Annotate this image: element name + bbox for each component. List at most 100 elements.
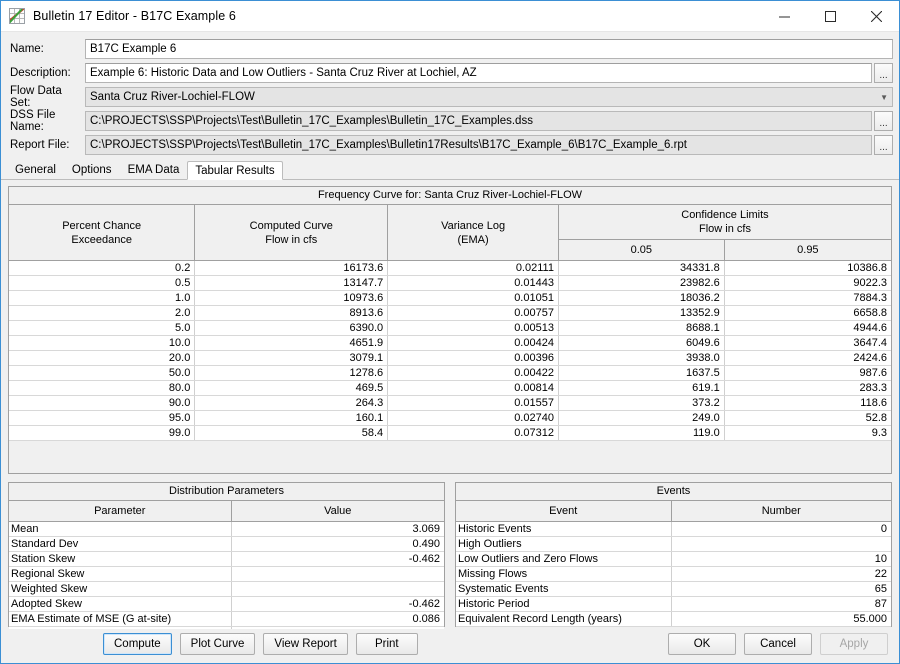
cell-parameter: Weighted Skew xyxy=(9,581,232,597)
header-value: Value xyxy=(231,501,444,522)
cell-variance-log: 0.01557 xyxy=(387,395,559,411)
name-input[interactable]: B17C Example 6 xyxy=(85,39,893,59)
flow-data-set-select[interactable]: Santa Cruz River-Lochiel-FLOW ▼ xyxy=(85,87,893,107)
tab-content-tabular-results: Frequency Curve for: Santa Cruz River-Lo… xyxy=(1,180,899,642)
cell-computed-curve: 58.4 xyxy=(194,425,389,441)
cell-confidence-0-05: 3938.0 xyxy=(558,350,725,366)
table-row[interactable]: High Outliers xyxy=(456,536,891,552)
print-button[interactable]: Print xyxy=(355,633,418,655)
cell-parameter: EMA Estimate of MSE (G at-site) xyxy=(9,611,232,627)
frequency-curve-caption: Frequency Curve for: Santa Cruz River-Lo… xyxy=(9,187,891,205)
table-row[interactable]: Historic Period 87 xyxy=(456,596,891,612)
cell-variance-log: 0.00814 xyxy=(387,380,559,396)
maximize-icon[interactable] xyxy=(807,1,853,32)
cell-parameter: Station Skew xyxy=(9,551,232,567)
cell-computed-curve: 3079.1 xyxy=(194,350,389,366)
name-label: Name: xyxy=(10,43,44,55)
cell-value xyxy=(231,566,444,582)
table-row[interactable]: 80.0 469.5 0.00814 619.1 283.3 xyxy=(9,380,891,396)
table-row[interactable]: Station Skew -0.462 xyxy=(9,551,444,567)
cell-variance-log: 0.02111 xyxy=(387,260,559,276)
cell-event: High Outliers xyxy=(456,536,672,552)
table-row[interactable]: Systematic Events 65 xyxy=(456,581,891,597)
table-row[interactable]: 99.0 58.4 0.07312 119.0 9.3 xyxy=(9,425,891,441)
header-variance-log: Variance Log (EMA) xyxy=(387,205,559,261)
cell-event: Historic Events xyxy=(456,521,672,537)
table-row[interactable]: Historic Events 0 xyxy=(456,521,891,537)
view-report-button[interactable]: View Report xyxy=(263,633,348,655)
cell-computed-curve: 13147.7 xyxy=(194,275,389,291)
cell-event: Historic Period xyxy=(456,596,672,612)
table-row[interactable]: 10.0 4651.9 0.00424 6049.6 3647.4 xyxy=(9,335,891,351)
table-row[interactable]: Equivalent Record Length (years) 55.000 xyxy=(456,611,891,627)
table-row[interactable]: 0.2 16173.6 0.02111 34331.8 10386.8 xyxy=(9,260,891,276)
cell-confidence-0-95: 10386.8 xyxy=(724,260,891,276)
cell-number: 65 xyxy=(671,581,891,597)
tab-tabular-results[interactable]: Tabular Results xyxy=(187,161,283,180)
table-row[interactable]: Weighted Skew xyxy=(9,581,444,597)
events-caption: Events xyxy=(456,483,891,501)
events-table: Event Number Historic Events 0 High Outlie… xyxy=(456,501,891,627)
cell-variance-log: 0.01051 xyxy=(387,290,559,306)
dss-file-row: DSS File Name: C:\PROJECTS\SSP\Projects\… xyxy=(7,109,893,133)
header-confidence-limits-line2: Flow in cfs xyxy=(698,223,751,235)
tab-ema-data[interactable]: EMA Data xyxy=(119,160,188,179)
cell-variance-log: 0.00396 xyxy=(387,350,559,366)
cell-percent-chance-exceedance: 99.0 xyxy=(9,425,196,441)
cell-confidence-0-95: 9.3 xyxy=(724,425,891,441)
table-row[interactable]: Adopted Skew -0.462 xyxy=(9,596,444,612)
apply-button: Apply xyxy=(820,633,888,655)
close-icon[interactable] xyxy=(853,1,899,32)
cell-confidence-0-05: 13352.9 xyxy=(558,305,725,321)
table-row[interactable]: 1.0 10973.6 0.01051 18036.2 7884.3 xyxy=(9,290,891,306)
tab-general[interactable]: General xyxy=(7,160,64,179)
cell-percent-chance-exceedance: 2.0 xyxy=(9,305,196,321)
minimize-icon[interactable] xyxy=(761,1,807,32)
table-row[interactable]: 90.0 264.3 0.01557 373.2 118.6 xyxy=(9,395,891,411)
cell-confidence-0-05: 373.2 xyxy=(558,395,725,411)
cell-confidence-0-05: 18036.2 xyxy=(558,290,725,306)
tab-options[interactable]: Options xyxy=(63,160,120,179)
cell-value: 0.086 xyxy=(231,611,444,627)
description-browse-button[interactable]: ... xyxy=(874,63,893,83)
table-row[interactable]: Mean 3.069 xyxy=(9,521,444,537)
frequency-table-body: 0.2 16173.6 0.02111 34331.8 10386.8 0.5 13147.… xyxy=(9,260,891,441)
table-row[interactable]: 50.0 1278.6 0.00422 1637.5 987.6 xyxy=(9,365,891,381)
header-percent-chance-line2: Exceedance xyxy=(71,233,132,246)
table-row[interactable]: 95.0 160.1 0.02740 249.0 52.8 xyxy=(9,410,891,426)
cell-event: Missing Flows xyxy=(456,566,672,582)
events-header-row: Event Number xyxy=(456,501,891,522)
bottom-panels: Distribution Parameters Parameter Value … xyxy=(8,482,892,642)
distribution-header-row: Parameter Value xyxy=(9,501,444,522)
ok-button[interactable]: OK xyxy=(668,633,736,655)
cell-value xyxy=(231,581,444,597)
distribution-parameters-table: Parameter Value Mean 3.069 Standard Dev 0.4… xyxy=(9,501,444,642)
table-row[interactable]: 2.0 8913.6 0.00757 13352.9 6658.8 xyxy=(9,305,891,321)
cell-confidence-0-05: 34331.8 xyxy=(558,260,725,276)
tab-bar: General Options EMA Data Tabular Results xyxy=(1,158,899,180)
cell-computed-curve: 6390.0 xyxy=(194,320,389,336)
cell-confidence-0-95: 2424.6 xyxy=(724,350,891,366)
cell-percent-chance-exceedance: 95.0 xyxy=(9,410,196,426)
table-row[interactable]: Missing Flows 22 xyxy=(456,566,891,582)
report-file-input[interactable]: C:\PROJECTS\SSP\Projects\Test\Bulletin_1… xyxy=(85,135,872,155)
dss-file-browse-button[interactable]: ... xyxy=(874,111,893,131)
description-input[interactable]: Example 6: Historic Data and Low Outlier… xyxy=(85,63,872,83)
table-row[interactable]: Regional Skew xyxy=(9,566,444,582)
table-row[interactable]: 20.0 3079.1 0.00396 3938.0 2424.6 xyxy=(9,350,891,366)
table-row[interactable]: EMA Estimate of MSE (G at-site) 0.086 xyxy=(9,611,444,627)
table-row[interactable]: Low Outliers and Zero Flows 10 xyxy=(456,551,891,567)
cell-confidence-0-05: 6049.6 xyxy=(558,335,725,351)
frequency-curve-table: Percent Chance Exceedance Computed Curve… xyxy=(9,205,891,441)
cancel-button[interactable]: Cancel xyxy=(744,633,812,655)
dss-file-input[interactable]: C:\PROJECTS\SSP\Projects\Test\Bulletin_1… xyxy=(85,111,872,131)
report-file-browse-button[interactable]: ... xyxy=(874,135,893,155)
cell-value: 0.490 xyxy=(231,536,444,552)
table-row[interactable]: Standard Dev 0.490 xyxy=(9,536,444,552)
table-row[interactable]: 5.0 6390.0 0.00513 8688.1 4944.6 xyxy=(9,320,891,336)
cell-percent-chance-exceedance: 90.0 xyxy=(9,395,196,411)
compute-button[interactable]: Compute xyxy=(103,633,172,655)
plot-curve-button[interactable]: Plot Curve xyxy=(179,633,256,655)
cell-computed-curve: 8913.6 xyxy=(194,305,389,321)
table-row[interactable]: 0.5 13147.7 0.01443 23982.6 9022.3 xyxy=(9,275,891,291)
